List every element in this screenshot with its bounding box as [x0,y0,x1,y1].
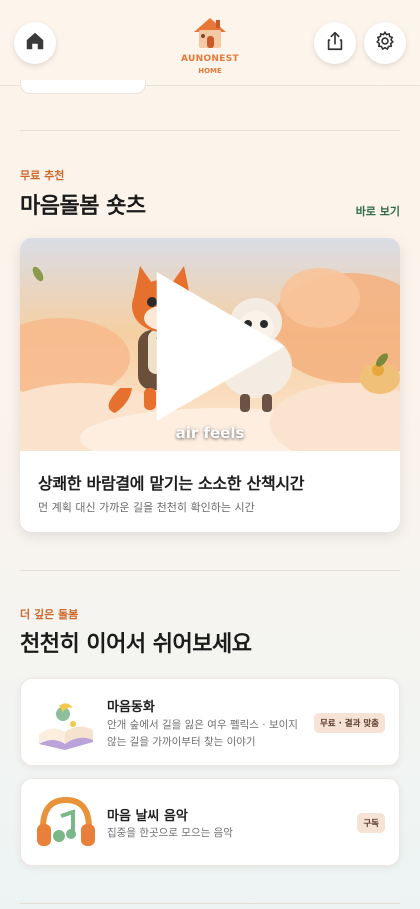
share-button[interactable] [314,22,356,64]
house-logo-icon [175,12,245,52]
settings-button[interactable] [364,22,406,64]
section-divider [20,903,400,904]
previous-content-edge [20,80,146,94]
section-divider [20,130,400,131]
video-thumbnail[interactable]: air feels [20,238,400,451]
list-item-story[interactable]: 마음동화 안개 숲에서 길을 잃은 여우 펠릭스 · 보이지 않는 길을 가까이… [20,678,400,766]
home-icon [24,30,46,56]
brand-name: AUNONEST [181,54,239,64]
status-badge: 구독 [357,813,385,833]
item-title: 마음 날씨 음악 [107,809,188,824]
shorts-eyebrow: 무료 추천 [20,169,65,182]
shorts-card[interactable]: air feels 상쾌한 바람결에 맡기는 소소한 산책시간 먼 계획 대신 … [20,238,400,532]
see-more-link[interactable]: 바로 보기 [356,203,400,219]
shorts-section-title: 마음돌봄 숏츠 [20,194,146,219]
home-button[interactable] [14,22,56,64]
play-icon [20,240,400,453]
shorts-card-title: 상쾌한 바람결에 맡기는 소소한 산책시간 [38,474,305,493]
headphones-music-icon [33,790,99,856]
item-title: 마음동화 [107,700,155,715]
video-caption: air feels [175,424,245,442]
status-badge: 무료 · 결과 맞춤 [313,713,385,733]
gear-icon [374,30,396,56]
share-icon [324,30,346,56]
section-divider [20,570,400,571]
item-description: 안개 숲에서 길을 잃은 여우 펠릭스 · 보이지 않는 길을 가까이부터 찾는… [107,719,298,748]
shorts-card-subtitle: 먼 계획 대신 가까운 길을 천천히 확인하는 시간 [38,501,255,514]
brand-sub: HOME [198,67,222,75]
app-header: AUNONEST HOME [0,0,420,86]
brand-logo[interactable]: AUNONEST HOME [175,12,245,75]
item-description: 집중을 한곳으로 모으는 음악 [107,827,233,839]
storybook-icon [33,690,99,756]
care-eyebrow: 더 깊은 돌봄 [20,608,79,621]
play-button[interactable] [156,271,285,421]
list-item-music[interactable]: 마음 날씨 음악 집중을 한곳으로 모으는 음악 구독 [20,778,400,866]
care-section-title: 천천히 이어서 쉬어보세요 [20,632,252,657]
